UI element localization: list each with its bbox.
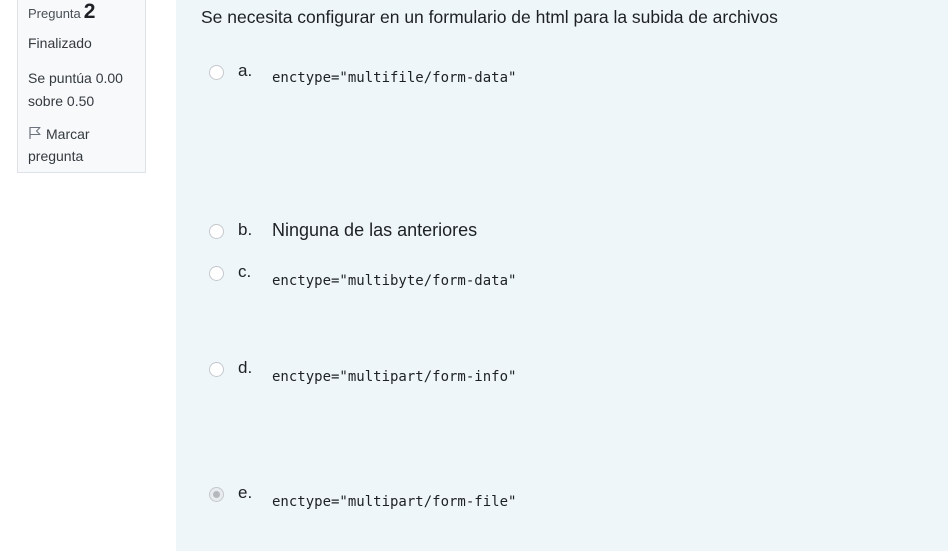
answer-radio-b[interactable] <box>209 224 224 239</box>
answer-text: enctype="multifile/form-data" <box>272 70 517 86</box>
flag-question-link[interactable]: Marcar pregunta <box>28 123 138 167</box>
answer-letter: d. <box>238 358 253 377</box>
question-text: Se necesita configurar en un formulario … <box>201 7 778 27</box>
answer-text: enctype="multibyte/form-data" <box>272 273 517 289</box>
question-number-value: 2 <box>83 0 96 23</box>
question-state: Finalizado <box>28 35 92 51</box>
answer-text: enctype="multipart/form-info" <box>272 369 517 385</box>
answer-radio-c[interactable] <box>209 266 224 281</box>
question-grade: Se puntúa 0.00 sobre 0.50 <box>28 70 123 109</box>
answer-text: Ninguna de las anteriores <box>272 220 478 240</box>
answer-letter: e. <box>238 483 253 502</box>
flag-icon <box>29 126 41 139</box>
question-info-panel: Pregunta 2 Finalizado Se puntúa 0.00 sobr… <box>17 0 146 173</box>
answer-letter: c. <box>238 262 252 281</box>
answer-text: enctype="multipart/form-file" <box>272 494 517 510</box>
answer-radio-e[interactable] <box>209 487 224 502</box>
answer-letter: b. <box>238 220 253 239</box>
answer-letter: a. <box>238 61 253 80</box>
question-content: Se necesita configurar en un formulario … <box>176 0 948 551</box>
question-number: Pregunta 2 <box>28 0 95 24</box>
answer-radio-a[interactable] <box>209 65 224 80</box>
question-label: Pregunta <box>28 6 81 21</box>
answer-radio-d[interactable] <box>209 362 224 377</box>
